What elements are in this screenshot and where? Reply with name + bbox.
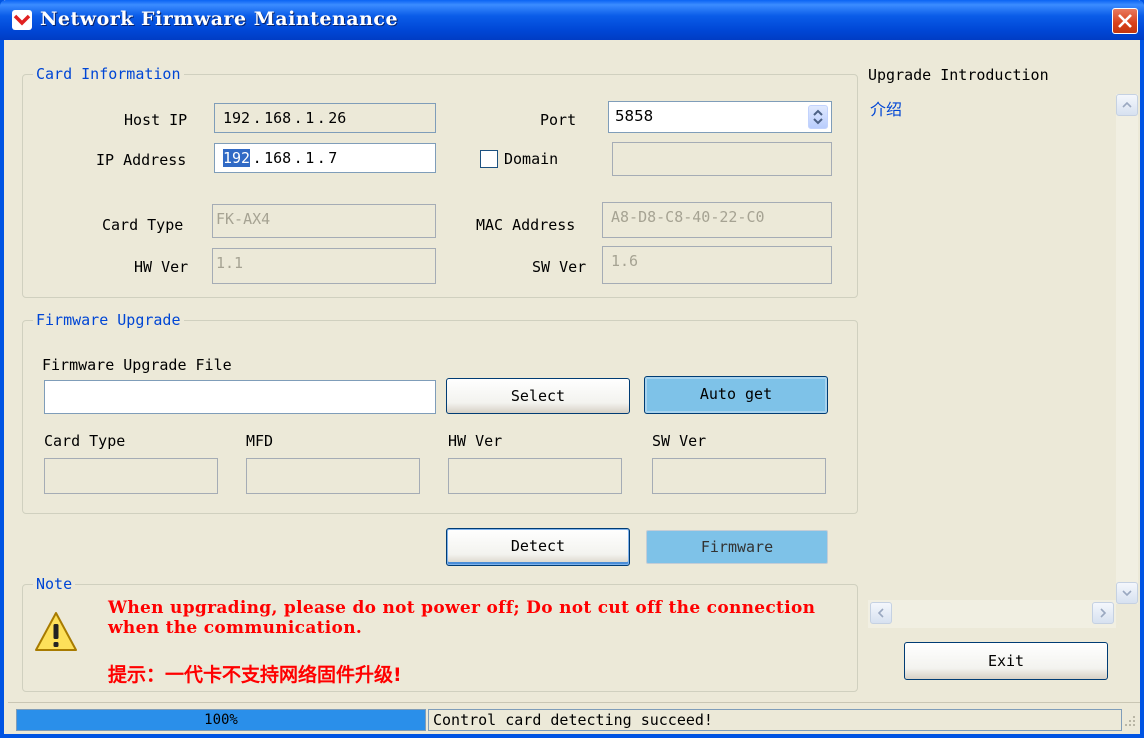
hw-ver-field[interactable]: 1.1 [212, 248, 436, 284]
port-spinbox[interactable]: 5858 [608, 101, 832, 133]
sw-ver-label: SW Ver [532, 258, 587, 276]
chevron-left-icon [877, 608, 884, 618]
host-ip-octet-4: 26 [328, 109, 347, 127]
domain-checkbox[interactable] [480, 150, 498, 168]
fw-hw-ver-label: HW Ver [448, 432, 503, 450]
mac-address-label: MAC Address [476, 216, 576, 234]
ip-address-octet-2: 168 [264, 149, 292, 167]
spin-arrows-icon [813, 109, 823, 125]
firmware-upgrade-label: Firmware Upgrade [33, 311, 184, 329]
scroll-right-button[interactable] [1092, 602, 1114, 624]
firmware-button[interactable]: Firmware [646, 530, 828, 564]
progress-text: 100% [204, 712, 238, 728]
ip-address-dot: . [293, 149, 303, 167]
port-label: Port [540, 111, 577, 129]
warning-icon [35, 612, 77, 651]
app-icon [12, 10, 32, 30]
host-ip-octet-1: 192 [223, 109, 251, 127]
fw-card-type-field[interactable] [44, 458, 218, 494]
chevron-right-icon [1100, 608, 1107, 618]
fw-sw-ver-field[interactable] [652, 458, 826, 494]
chevron-up-icon [1122, 101, 1132, 108]
ip-address-dot: . [316, 149, 326, 167]
ip-address-field[interactable]: 192. 168. 1. 7 [214, 143, 436, 173]
domain-field[interactable] [612, 142, 832, 176]
introduction-text: 介绍 [870, 100, 903, 119]
title-bar[interactable]: Network Firmware Maintenance [0, 0, 1144, 40]
host-ip-label: Host IP [124, 111, 188, 129]
host-ip-octet-3: 1 [305, 109, 315, 127]
fw-card-type-label: Card Type [44, 432, 126, 450]
ip-address-octet-1: 192 [223, 149, 251, 167]
detect-button[interactable]: Detect [446, 528, 630, 566]
note-label: Note [33, 575, 76, 593]
fw-sw-ver-label: SW Ver [652, 432, 707, 450]
upgrade-introduction-title: Upgrade Introduction [868, 66, 1049, 84]
close-button[interactable] [1112, 8, 1138, 34]
warning-text-cn: 提示：一代卡不支持网络固件升级! [108, 664, 402, 686]
domain-label: Domain [504, 150, 559, 168]
warning-text-en: When upgrading, please do not power off;… [108, 598, 816, 638]
port-value: 5858 [615, 107, 654, 125]
port-spin-buttons[interactable] [808, 105, 828, 129]
host-ip-dot: . [316, 109, 326, 127]
close-icon [1118, 14, 1132, 28]
progress-bar: 100% [16, 709, 426, 731]
card-type-label: Card Type [102, 216, 184, 234]
chevron-down-icon [1122, 590, 1132, 597]
host-ip-field[interactable]: 192. 168. 1. 26 [214, 103, 436, 133]
firmware-file-input[interactable] [44, 380, 436, 414]
resize-grip-icon[interactable] [1122, 713, 1136, 727]
host-ip-dot: . [293, 109, 303, 127]
ip-address-octet-4: 7 [328, 149, 338, 167]
auto-get-button[interactable]: Auto get [644, 376, 828, 414]
fw-mfd-field[interactable] [246, 458, 420, 494]
hw-ver-label: HW Ver [134, 258, 189, 276]
sw-ver-field[interactable]: 1.6 [602, 246, 832, 284]
ip-address-dot: . [252, 149, 262, 167]
status-message: Control card detecting succeed! [428, 709, 1122, 731]
card-type-field[interactable]: FK-AX4 [212, 204, 436, 238]
main-window: Network Firmware Maintenance Card Inform… [0, 0, 1144, 738]
exit-button[interactable]: Exit [904, 642, 1108, 680]
scroll-up-button[interactable] [1116, 94, 1138, 116]
firmware-file-label: Firmware Upgrade File [42, 356, 232, 374]
fw-mfd-label: MFD [246, 432, 274, 450]
mac-address-field[interactable]: A8-D8-C8-40-22-C0 [602, 202, 832, 238]
ip-address-label: IP Address [96, 151, 187, 169]
horizontal-scrollbar[interactable] [868, 600, 1116, 628]
card-information-label: Card Information [33, 65, 184, 83]
window-title: Network Firmware Maintenance [40, 8, 399, 30]
select-button[interactable]: Select [446, 378, 630, 414]
host-ip-octet-2: 168 [264, 109, 292, 127]
status-bar: 100% Control card detecting succeed! [8, 702, 1140, 734]
scroll-left-button[interactable] [870, 602, 892, 624]
vertical-scrollbar[interactable] [1116, 94, 1138, 604]
host-ip-dot: . [252, 109, 262, 127]
ip-address-octet-3: 1 [305, 149, 315, 167]
fw-hw-ver-field[interactable] [448, 458, 622, 494]
scroll-down-button[interactable] [1116, 582, 1138, 604]
